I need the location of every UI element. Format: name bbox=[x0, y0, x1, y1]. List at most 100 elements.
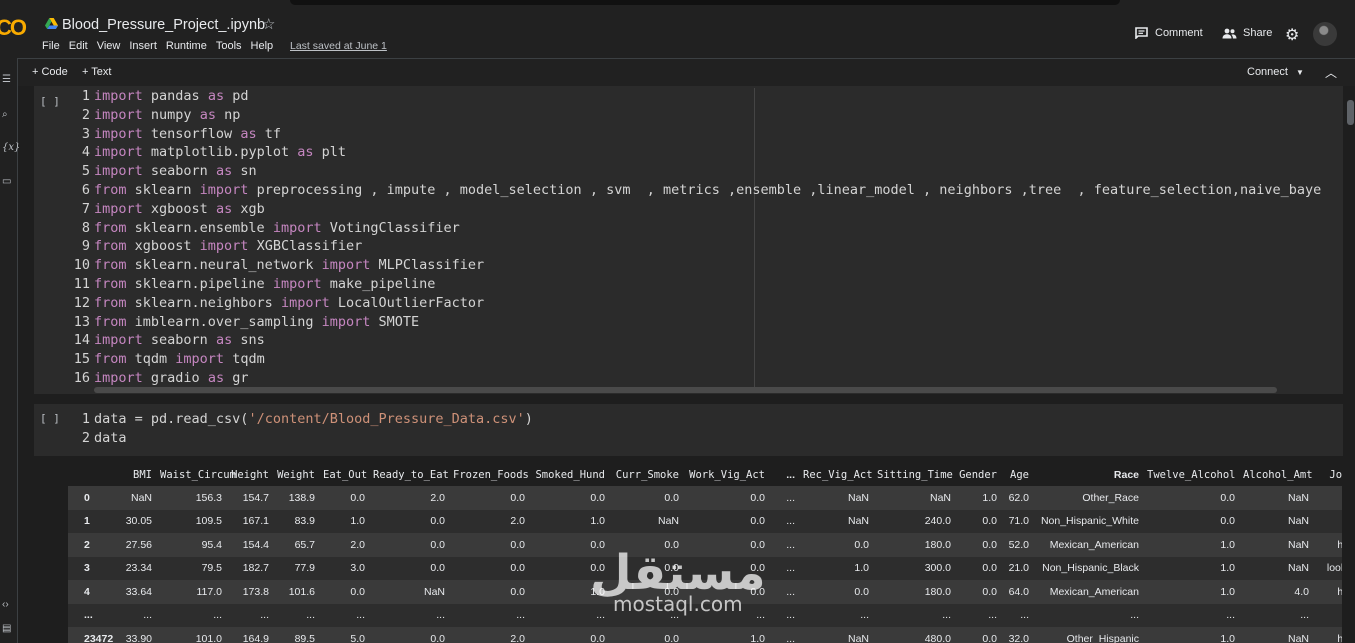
code-token: import bbox=[94, 163, 143, 180]
last-saved-link[interactable]: Last saved at June 1 bbox=[290, 40, 387, 52]
search-icon[interactable]: ⌕ bbox=[2, 109, 8, 120]
line-number: 9 bbox=[81, 238, 90, 255]
menu-bar: File Edit View Insert Runtime Tools Help bbox=[42, 40, 282, 52]
code-token: as bbox=[240, 125, 257, 142]
command-palette-icon[interactable]: ▤ bbox=[2, 623, 11, 634]
comment-button[interactable]: Comment bbox=[1135, 27, 1203, 39]
dataframe-table: BMI Waist_Circum Height Weight Eat_Out Ready_… bbox=[68, 464, 1342, 643]
menu-file[interactable]: File bbox=[42, 40, 60, 52]
menu-insert[interactable]: Insert bbox=[129, 40, 157, 52]
table-cell: 4.0 bbox=[1239, 580, 1313, 604]
code-token: gr bbox=[224, 369, 249, 386]
code-token: np bbox=[215, 106, 241, 123]
table-cell: 0.0 bbox=[799, 533, 873, 557]
variables-icon[interactable]: {x} bbox=[2, 142, 20, 153]
table-of-contents-icon[interactable]: ☰ bbox=[2, 74, 11, 85]
code-token: from bbox=[94, 257, 127, 274]
comment-icon bbox=[1135, 27, 1148, 39]
code-line: 15 from tqdm import tqdm bbox=[66, 350, 1338, 369]
table-cell: 33.90 bbox=[114, 627, 156, 643]
vertical-scrollbar-thumb[interactable] bbox=[1347, 100, 1354, 125]
add-code-button[interactable]: + Code bbox=[32, 66, 68, 78]
table-cell: NaN bbox=[1239, 627, 1313, 643]
code-token: XGBClassifier bbox=[248, 238, 363, 255]
vertical-scrollbar[interactable] bbox=[1345, 86, 1355, 643]
code-token: sns bbox=[232, 332, 265, 349]
code-token: import bbox=[321, 257, 371, 274]
row-index: 2 bbox=[68, 533, 114, 557]
code-editor[interactable]: 1 import pandas as pd 2 import numpy as np 3… bbox=[66, 87, 1338, 388]
code-token: tensorflow bbox=[142, 125, 241, 142]
run-cell-button[interactable]: [ ] bbox=[40, 95, 60, 108]
table-cell: ... bbox=[799, 603, 873, 627]
line-number: 8 bbox=[81, 219, 90, 236]
table-row: ........................................… bbox=[68, 603, 1342, 627]
column-header: Work_Vig_Act bbox=[689, 469, 765, 481]
gear-icon[interactable]: ⚙ bbox=[1285, 25, 1299, 45]
line-number: 15 bbox=[73, 351, 90, 368]
line-number: 1 bbox=[81, 88, 90, 104]
table-cell: 182.7 bbox=[226, 556, 273, 580]
star-icon[interactable]: ☆ bbox=[262, 15, 275, 33]
table-cell: 0.0 bbox=[449, 533, 529, 557]
table-cell: 0.0 bbox=[369, 533, 449, 557]
column-header: Gender bbox=[959, 469, 997, 481]
chevron-up-icon[interactable]: ︿ bbox=[1325, 64, 1337, 81]
table-cell: 109.5 bbox=[156, 509, 226, 533]
table-cell: 0.0 bbox=[369, 509, 449, 533]
table-cell: 77.9 bbox=[273, 556, 319, 580]
code-token: from bbox=[94, 294, 127, 311]
left-sidebar: ☰ ⌕ {x} ▭ ‹› ▤ bbox=[0, 58, 20, 643]
table-cell: 0.0 bbox=[449, 486, 529, 510]
code-snippets-icon[interactable]: ‹› bbox=[2, 599, 9, 610]
line-number: 16 bbox=[73, 369, 90, 386]
notebook-title[interactable]: Blood_Pressure_Project_.ipynb bbox=[62, 17, 265, 33]
add-text-button[interactable]: + Text bbox=[82, 66, 111, 78]
table-cell: 2.0 bbox=[449, 627, 529, 643]
table-cell: 0.0 bbox=[319, 580, 369, 604]
share-button[interactable]: Share bbox=[1222, 27, 1272, 39]
code-token: sklearn.ensemble bbox=[126, 219, 273, 236]
code-line: 12 from sklearn.neighbors import LocalOut… bbox=[66, 294, 1338, 313]
code-line: 8 from sklearn.ensemble import VotingClas… bbox=[66, 219, 1338, 238]
horizontal-scrollbar[interactable] bbox=[94, 387, 1277, 393]
table-cell: 138.9 bbox=[273, 486, 319, 510]
avatar[interactable] bbox=[1313, 22, 1337, 46]
menu-tools[interactable]: Tools bbox=[216, 40, 242, 52]
colab-logo[interactable]: CO bbox=[0, 15, 27, 41]
folder-icon[interactable]: ▭ bbox=[2, 176, 11, 187]
table-cell: 154.4 bbox=[226, 533, 273, 557]
column-header: Rec_Vig_Act bbox=[803, 469, 873, 481]
table-body: 0 NaN 156.3 154.7 138.9 0.0 2.0 0.0 0.0 0.0 0.0...… bbox=[68, 486, 1342, 643]
table-cell: Mexican_American bbox=[1033, 580, 1143, 604]
run-cell-button[interactable]: [ ] bbox=[40, 412, 60, 425]
table-cell: 1.0 bbox=[529, 509, 609, 533]
table-cell: 0.0 bbox=[319, 486, 369, 510]
menu-help[interactable]: Help bbox=[251, 40, 274, 52]
code-token: as bbox=[207, 88, 225, 104]
code-token: import bbox=[321, 313, 371, 330]
code-token: import bbox=[94, 332, 143, 349]
table-header-row: BMI Waist_Circum Height Weight Eat_Out Ready_… bbox=[68, 464, 1342, 486]
line-number: 1 bbox=[81, 411, 90, 427]
connect-button[interactable]: Connect bbox=[1247, 66, 1288, 78]
chevron-down-icon[interactable]: ▼ bbox=[1296, 68, 1304, 77]
table-cell: 1.0 bbox=[1143, 627, 1239, 643]
menu-runtime[interactable]: Runtime bbox=[166, 40, 207, 52]
table-cell: 0.0 bbox=[529, 486, 609, 510]
table-cell: ... bbox=[1033, 603, 1143, 627]
line-number: 2 bbox=[81, 429, 90, 446]
table-cell: 173.8 bbox=[226, 580, 273, 604]
code-token: VotingClassifier bbox=[321, 219, 460, 236]
line-number: 3 bbox=[81, 125, 90, 142]
column-header: Eat_Out bbox=[323, 469, 368, 481]
code-token: sklearn.neural_network bbox=[126, 257, 322, 274]
code-editor[interactable]: 1 data = pd.read_csv('/content/Blood_Pres… bbox=[66, 410, 1338, 448]
line-number: 4 bbox=[81, 144, 90, 161]
menu-edit[interactable]: Edit bbox=[69, 40, 88, 52]
code-token: import bbox=[199, 181, 249, 198]
code-token: tqdm bbox=[224, 351, 265, 368]
header-bar: CO Blood_Pressure_Project_.ipynb ☆ File … bbox=[0, 0, 1355, 58]
menu-view[interactable]: View bbox=[97, 40, 121, 52]
table-cell: 0.0 bbox=[609, 556, 683, 580]
